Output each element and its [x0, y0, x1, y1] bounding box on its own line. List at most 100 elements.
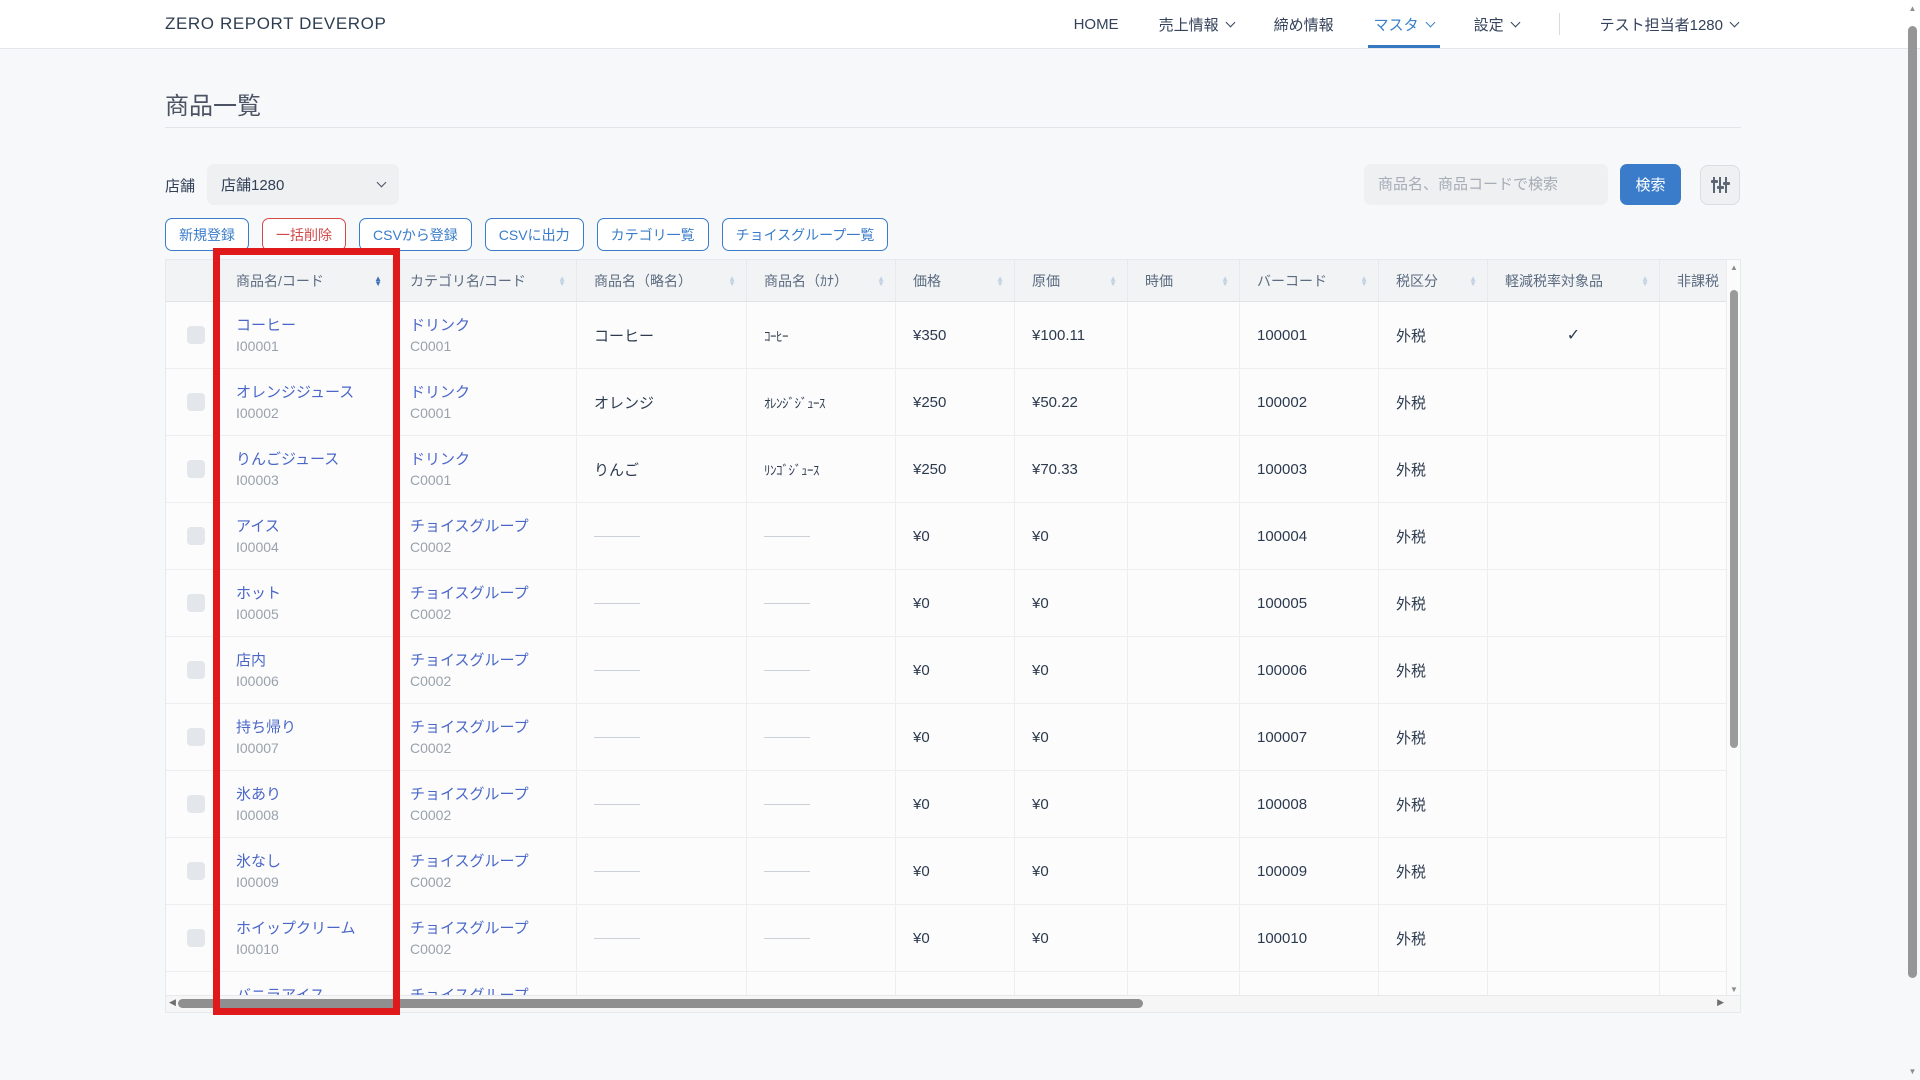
- page-scroll-thumb[interactable]: [1908, 26, 1917, 978]
- category-code: C0002: [410, 872, 566, 892]
- product-name-link[interactable]: 持ち帰り: [236, 717, 382, 738]
- nav-item-設定[interactable]: 設定: [1474, 0, 1519, 48]
- category-link[interactable]: ドリンク: [410, 449, 566, 470]
- nav-item-売上情報[interactable]: 売上情報: [1159, 0, 1234, 48]
- row-checkbox[interactable]: [187, 326, 205, 344]
- row-checkbox[interactable]: [187, 527, 205, 545]
- product-name-link[interactable]: 店内: [236, 650, 382, 671]
- product-name-link[interactable]: オレンジジュース: [236, 382, 382, 403]
- product-name-cell: 店内I00006: [219, 637, 393, 703]
- search-button[interactable]: 検索: [1620, 164, 1681, 205]
- brand-logo[interactable]: ZERO REPORT DEVEROP: [165, 0, 386, 48]
- search-input[interactable]: [1364, 164, 1608, 205]
- chevron-down-icon: [1225, 17, 1235, 27]
- product-name-link[interactable]: コーヒー: [236, 315, 382, 336]
- category-link[interactable]: ドリンク: [410, 315, 566, 336]
- table-hscroll-thumb[interactable]: [178, 999, 1143, 1008]
- sort-icon[interactable]: ▲▼: [1213, 276, 1229, 286]
- table-vscroll-thumb[interactable]: [1730, 290, 1738, 748]
- short-name-text: オレンジ: [594, 392, 736, 413]
- scroll-right-arrow-icon[interactable]: ▶: [1717, 997, 1724, 1008]
- column-header-9[interactable]: 税区分▲▼: [1379, 260, 1488, 301]
- column-header-10[interactable]: 軽減税率対象品▲▼: [1488, 260, 1660, 301]
- sort-icon[interactable]: ▲▼: [550, 276, 566, 286]
- product-name-link[interactable]: ホット: [236, 583, 382, 604]
- sort-icon[interactable]: ▲▼: [1461, 276, 1477, 286]
- row-checkbox[interactable]: [187, 594, 205, 612]
- sliders-icon: [1713, 176, 1727, 194]
- category-link[interactable]: チョイスグループ: [410, 784, 566, 805]
- page-scroll-down-icon[interactable]: ▼: [1906, 1067, 1919, 1076]
- sort-icon[interactable]: ▲▼: [720, 276, 736, 286]
- nav-item-締め情報[interactable]: 締め情報: [1274, 0, 1334, 48]
- category-link[interactable]: ドリンク: [410, 382, 566, 403]
- action-button-2[interactable]: CSVから登録: [359, 218, 472, 251]
- category-link[interactable]: チョイスグループ: [410, 583, 566, 604]
- action-button-3[interactable]: CSVに出力: [485, 218, 584, 251]
- sort-icon[interactable]: ▲▼: [1352, 276, 1368, 286]
- user-menu[interactable]: テスト担当者1280: [1600, 0, 1738, 48]
- scroll-down-arrow-icon[interactable]: ▼: [1727, 985, 1741, 994]
- price-cell: ¥250: [896, 436, 1015, 502]
- filter-options-button[interactable]: [1700, 165, 1740, 205]
- tax-type-cell: 外税: [1379, 436, 1488, 502]
- action-button-5[interactable]: チョイスグループ一覧: [722, 218, 889, 251]
- row-checkbox[interactable]: [187, 728, 205, 746]
- product-name-link[interactable]: バニラアイス: [236, 985, 382, 997]
- sort-icon[interactable]: ▲▼: [1633, 276, 1649, 286]
- column-header-11[interactable]: 非課税▲▼: [1660, 260, 1728, 301]
- sort-icon[interactable]: ▲▼: [869, 276, 885, 286]
- sort-icon[interactable]: ▲▼: [366, 276, 382, 286]
- row-checkbox[interactable]: [187, 661, 205, 679]
- column-header-1[interactable]: 商品名/コード▲▼: [219, 260, 393, 301]
- category-link[interactable]: チョイスグループ: [410, 717, 566, 738]
- product-name-link[interactable]: 氷なし: [236, 851, 382, 872]
- category-link[interactable]: チョイスグループ: [410, 918, 566, 939]
- page-scroll-up-icon[interactable]: ▲: [1906, 4, 1919, 13]
- product-code: I00002: [236, 403, 382, 423]
- kana-cell: [747, 838, 896, 904]
- row-checkbox[interactable]: [187, 393, 205, 411]
- action-button-0[interactable]: 新規登録: [165, 218, 249, 251]
- page-scrollbar[interactable]: ▲ ▼: [1906, 0, 1919, 1080]
- nav-item-マスタ[interactable]: マスタ: [1374, 0, 1434, 48]
- action-button-1[interactable]: 一括削除: [262, 218, 346, 251]
- product-name-link[interactable]: 氷あり: [236, 784, 382, 805]
- category-cell: チョイスグループC0002: [393, 637, 577, 703]
- product-name-link[interactable]: りんごジュース: [236, 449, 382, 470]
- row-checkbox[interactable]: [187, 929, 205, 947]
- barcode-cell: 100009: [1240, 838, 1379, 904]
- column-header-4[interactable]: 商品名（ｶﾅ）▲▼: [747, 260, 896, 301]
- store-select[interactable]: 店舗1280: [207, 164, 399, 205]
- scroll-up-arrow-icon[interactable]: ▲: [1727, 263, 1741, 272]
- row-select-cell: [166, 704, 219, 770]
- column-header-2[interactable]: カテゴリ名/コード ▲▼: [393, 260, 577, 301]
- sort-icon[interactable]: ▲▼: [988, 276, 1004, 286]
- product-name-cell: ホイップクリームI00010: [219, 905, 393, 971]
- column-header-5[interactable]: 価格▲▼: [896, 260, 1015, 301]
- category-link[interactable]: チョイスグループ: [410, 851, 566, 872]
- product-name-link[interactable]: ホイップクリーム: [236, 918, 382, 939]
- price-cell: ¥0: [896, 704, 1015, 770]
- category-link[interactable]: チョイスグループ: [410, 985, 566, 997]
- action-button-4[interactable]: カテゴリ一覧: [597, 218, 709, 251]
- short-name-text: りんご: [594, 459, 736, 480]
- column-header-label: カテゴリ名/コード: [410, 271, 526, 291]
- table-horizontal-scrollbar[interactable]: ◀ ▶: [165, 996, 1741, 1013]
- column-header-7[interactable]: 時価 ▲▼: [1128, 260, 1240, 301]
- table-vertical-scrollbar[interactable]: ▲ ▼: [1726, 260, 1740, 996]
- column-header-8[interactable]: バーコード▲▼: [1240, 260, 1379, 301]
- column-header-label: 時価: [1145, 271, 1173, 291]
- scroll-left-arrow-icon[interactable]: ◀: [169, 997, 176, 1008]
- category-link[interactable]: チョイスグループ: [410, 650, 566, 671]
- row-checkbox[interactable]: [187, 862, 205, 880]
- sort-icon[interactable]: ▲▼: [1101, 276, 1117, 286]
- column-header-6[interactable]: 原価▲▼: [1015, 260, 1128, 301]
- row-checkbox[interactable]: [187, 460, 205, 478]
- category-link[interactable]: チョイスグループ: [410, 516, 566, 537]
- row-checkbox[interactable]: [187, 795, 205, 813]
- nav-item-home[interactable]: HOME: [1074, 0, 1119, 48]
- tax-exempt-cell: [1660, 369, 1728, 435]
- product-name-link[interactable]: アイス: [236, 516, 382, 537]
- column-header-3[interactable]: 商品名（略名）▲▼: [577, 260, 747, 301]
